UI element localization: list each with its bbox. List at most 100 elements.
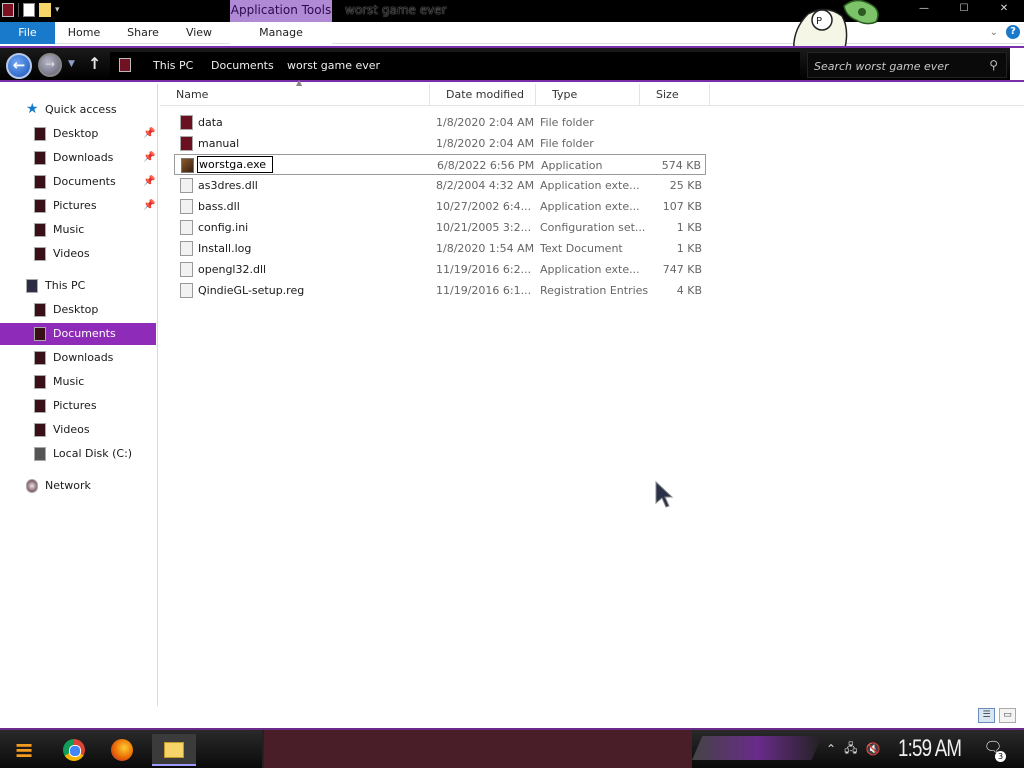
- column-header-name[interactable]: Name: [160, 84, 430, 106]
- system-tray: ⌃ 🖧 🔇: [826, 730, 880, 768]
- nav-pc-pictures[interactable]: Pictures: [0, 395, 156, 417]
- tab-view[interactable]: View: [176, 22, 222, 44]
- breadcrumb[interactable]: This PC Documents worst game ever: [110, 52, 800, 78]
- nav-quick-pictures[interactable]: Pictures 📌: [0, 195, 156, 217]
- breadcrumb-this-pc[interactable]: This PC: [153, 53, 193, 79]
- pictures-icon: [34, 399, 46, 413]
- ribbon-controls: ⌄ ?: [990, 25, 1020, 39]
- nav-label: Local Disk (C:): [53, 447, 133, 460]
- file-name: Install.log: [198, 242, 252, 255]
- list-item[interactable]: opengl32.dll 11/19/2016 6:2... Applicati…: [174, 259, 706, 280]
- list-item[interactable]: config.ini 10/21/2005 3:2... Configurati…: [174, 217, 706, 238]
- nav-label: Pictures: [53, 199, 97, 212]
- rename-input[interactable]: [197, 156, 273, 173]
- nav-pc-music[interactable]: Music: [0, 371, 156, 393]
- help-icon[interactable]: ?: [1006, 25, 1020, 39]
- tab-file[interactable]: File: [0, 22, 55, 44]
- breadcrumb-worst-game-ever[interactable]: worst game ever: [287, 53, 380, 79]
- nav-network[interactable]: Network: [0, 475, 156, 497]
- settings-file-icon: [180, 220, 193, 235]
- file-date: 1/8/2020 2:04 AM: [436, 116, 535, 129]
- nav-quick-music[interactable]: Music: [0, 219, 156, 241]
- file-type: Application exte...: [540, 179, 640, 192]
- nav-label: Desktop: [53, 303, 99, 316]
- nav-pc-documents[interactable]: Documents: [0, 323, 156, 345]
- nav-quick-access[interactable]: ★ Quick access: [0, 99, 156, 121]
- taskbar-empty-area[interactable]: [262, 730, 692, 768]
- nav-quick-downloads[interactable]: Downloads 📌: [0, 147, 156, 169]
- chevron-up-icon[interactable]: ⌃: [826, 742, 836, 756]
- file-type: Application: [541, 159, 603, 172]
- desktop-icon: [34, 127, 46, 141]
- list-item[interactable]: bass.dll 10/27/2002 6:4... Application e…: [174, 196, 706, 217]
- search-field[interactable]: ⚲: [807, 52, 1007, 78]
- nav-quick-desktop[interactable]: Desktop 📌: [0, 123, 156, 145]
- forward-button[interactable]: →: [38, 53, 62, 77]
- nav-this-pc[interactable]: This PC: [0, 275, 156, 297]
- folder-icon[interactable]: [2, 3, 14, 17]
- minimize-button[interactable]: —: [904, 0, 944, 20]
- expand-ribbon-icon[interactable]: ⌄: [990, 27, 998, 38]
- new-folder-icon[interactable]: [39, 3, 51, 17]
- videos-icon: [34, 423, 46, 437]
- action-center-button[interactable]: 🗨 3: [982, 738, 1006, 762]
- nav-pc-downloads[interactable]: Downloads: [0, 347, 156, 369]
- folder-icon: [119, 58, 131, 72]
- column-header-type[interactable]: Type: [536, 84, 640, 106]
- taskbar-chrome[interactable]: [56, 734, 92, 766]
- breadcrumb-documents[interactable]: Documents: [211, 53, 274, 79]
- list-item[interactable]: QindieGL-setup.reg 11/19/2016 6:1... Reg…: [174, 280, 706, 301]
- list-item[interactable]: manual 1/8/2020 2:04 AM File folder: [174, 133, 706, 154]
- search-input[interactable]: [814, 57, 984, 75]
- nav-quick-videos[interactable]: Videos: [0, 243, 156, 265]
- list-item[interactable]: Install.log 1/8/2020 1:54 AM Text Docume…: [174, 238, 706, 259]
- properties-icon[interactable]: [23, 3, 35, 17]
- application-icon: [181, 158, 194, 173]
- file-name: QindieGL-setup.reg: [198, 284, 305, 297]
- clock[interactable]: 1:59 AM: [898, 735, 962, 763]
- details-view-icon[interactable]: ☰: [978, 708, 995, 723]
- downloads-icon: [34, 351, 46, 365]
- back-button[interactable]: ←: [6, 53, 32, 79]
- network-status-icon[interactable]: 🖧: [844, 739, 857, 760]
- list-item[interactable]: as3dres.dll 8/2/2004 4:32 AM Application…: [174, 175, 706, 196]
- nav-label: Documents: [53, 175, 116, 188]
- recent-locations-icon[interactable]: ▼: [68, 59, 75, 69]
- documents-icon: [34, 327, 46, 341]
- list-item[interactable]: data 1/8/2020 2:04 AM File folder: [174, 112, 706, 133]
- file-type: Registration Entries: [540, 284, 649, 297]
- column-headers: Name Date modified Type Size: [160, 84, 1024, 106]
- text-file-icon: [180, 241, 193, 256]
- list-item-selected[interactable]: 6/8/2022 6:56 PM Application 574 KB: [174, 154, 706, 175]
- file-date: 1/8/2020 2:04 AM: [436, 137, 535, 150]
- chevron-down-icon[interactable]: ▾: [55, 5, 60, 15]
- volume-muted-icon[interactable]: 🔇: [865, 742, 880, 756]
- taskbar-firefox[interactable]: [104, 734, 140, 766]
- view-switcher: ☰ ▭: [978, 708, 1016, 723]
- file-size: 1 KB: [676, 242, 702, 255]
- start-button[interactable]: ≡: [8, 734, 40, 766]
- nav-pc-local-disk[interactable]: Local Disk (C:): [0, 443, 156, 465]
- up-button[interactable]: ↑: [88, 54, 101, 73]
- taskbar-file-explorer[interactable]: [152, 734, 196, 766]
- dll-file-icon: [180, 262, 193, 277]
- tab-home[interactable]: Home: [58, 22, 110, 44]
- column-header-size[interactable]: Size: [640, 84, 710, 106]
- close-button[interactable]: ✕: [984, 0, 1024, 20]
- pin-icon: 📌: [143, 128, 156, 139]
- file-explorer-icon: [164, 742, 184, 758]
- file-type: Application exte...: [540, 263, 640, 276]
- nav-quick-documents[interactable]: Documents 📌: [0, 171, 156, 193]
- dll-file-icon: [180, 178, 193, 193]
- tab-share[interactable]: Share: [118, 22, 168, 44]
- file-name: opengl32.dll: [198, 263, 267, 276]
- nav-label: Videos: [53, 423, 90, 436]
- large-icons-view-icon[interactable]: ▭: [999, 708, 1016, 723]
- tab-manage[interactable]: Manage: [230, 22, 332, 44]
- maximize-button[interactable]: ☐: [944, 0, 984, 20]
- nav-pc-desktop[interactable]: Desktop: [0, 299, 156, 321]
- nav-pc-videos[interactable]: Videos: [0, 419, 156, 441]
- search-icon[interactable]: ⚲: [989, 58, 998, 72]
- nav-label: Downloads: [53, 151, 114, 164]
- column-header-date[interactable]: Date modified: [430, 84, 536, 106]
